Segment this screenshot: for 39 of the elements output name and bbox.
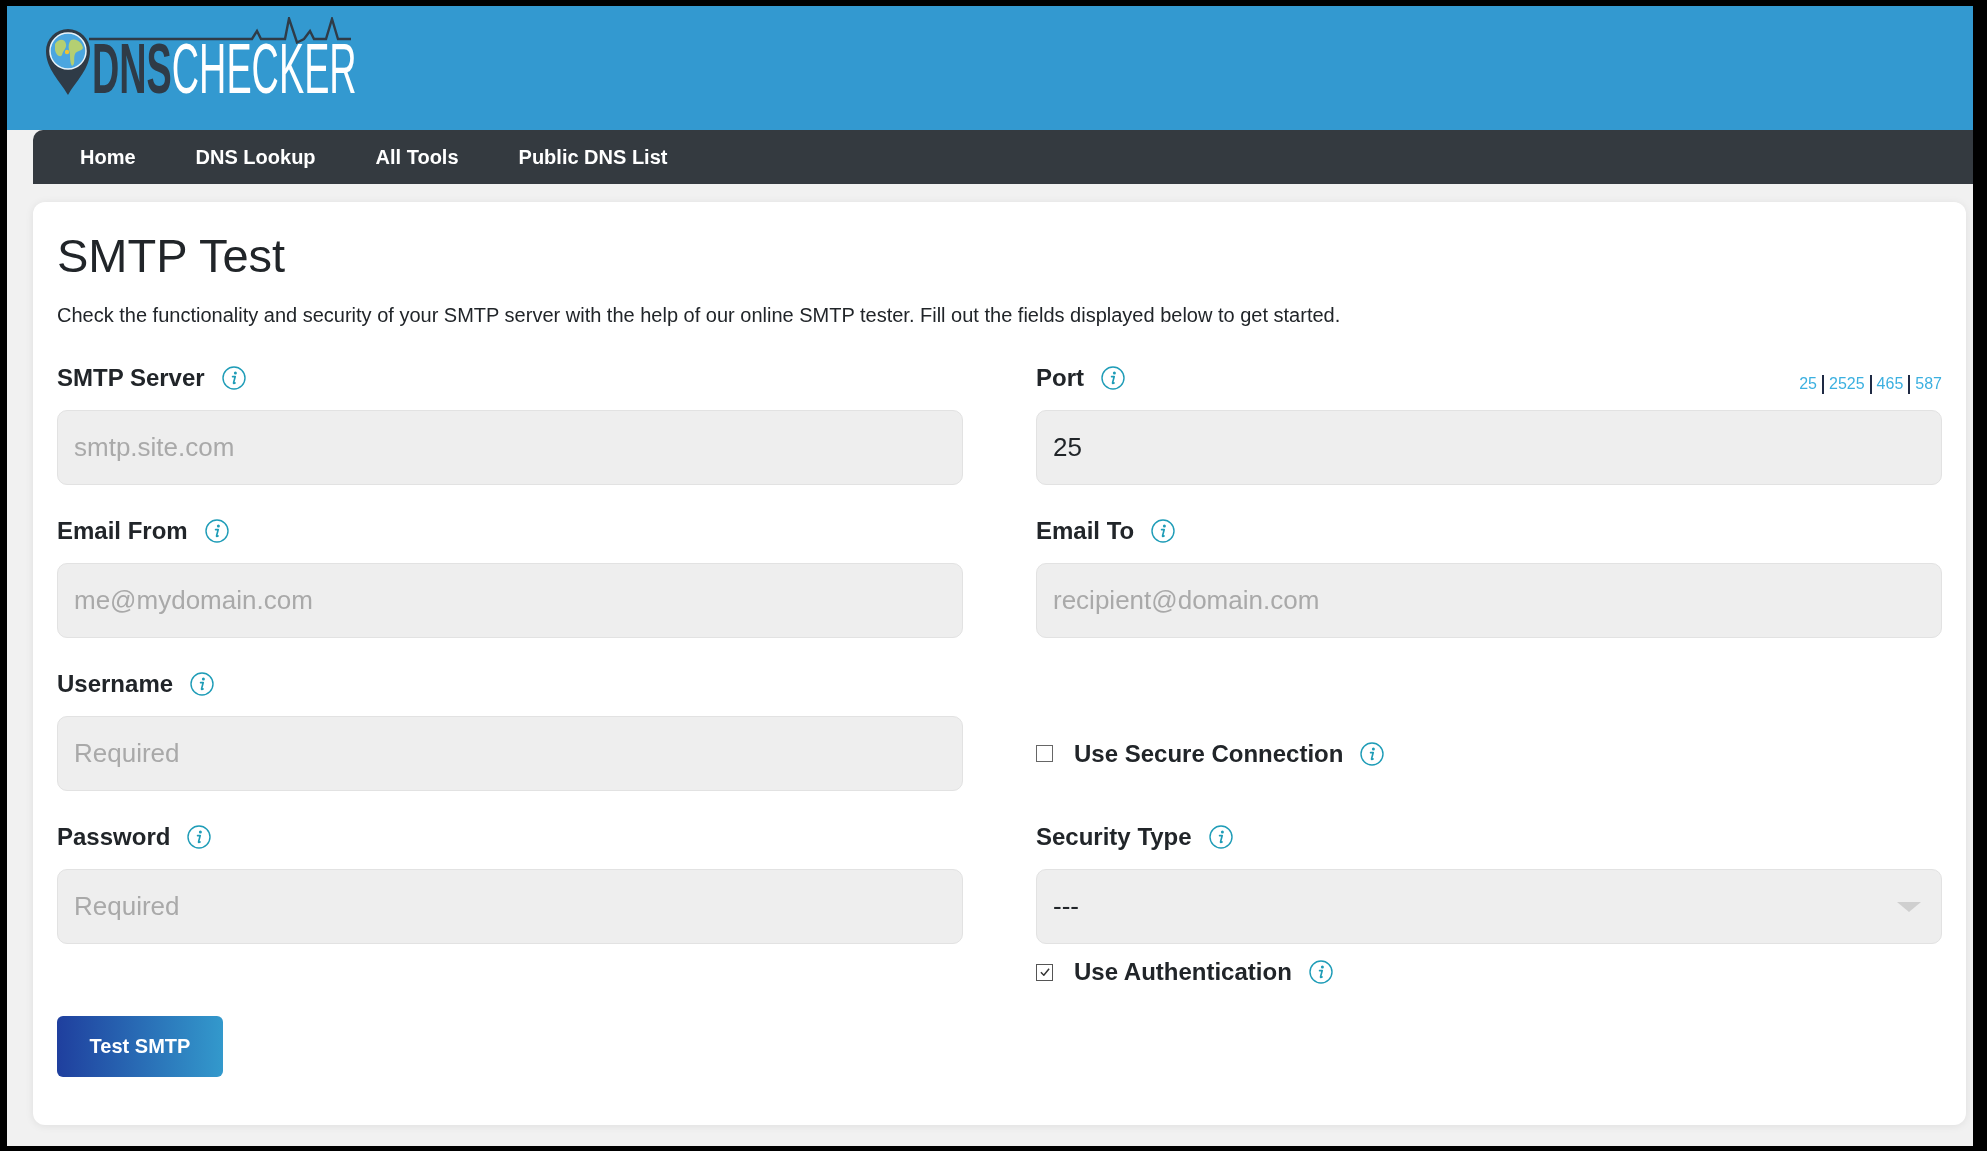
info-icon[interactable]: [1208, 825, 1233, 849]
input-field[interactable]: Required: [57, 716, 963, 791]
info-icon[interactable]: [1308, 960, 1333, 984]
info-icon[interactable]: [1151, 519, 1176, 543]
select-field[interactable]: ---: [1036, 869, 1942, 944]
checkbox[interactable]: [1036, 963, 1053, 981]
input-field[interactable]: Required: [57, 869, 963, 944]
nav-link[interactable]: All Tools: [345, 130, 489, 184]
map-pin-globe-icon: [45, 28, 91, 96]
input-field[interactable]: smtp.site.com: [57, 410, 963, 485]
pulse-line-icon: [89, 17, 351, 44]
logo-wordmark: DNSCHECKER: [92, 43, 357, 96]
info-icon[interactable]: [1101, 366, 1125, 390]
page-description: Check the functionality and security of your SMTP server with the help of our online SMTP tester. Fill out the fields displayed below to get started.: [57, 303, 1342, 328]
input-field[interactable]: 25: [1036, 410, 1942, 485]
field-label: SMTP Server: [57, 364, 205, 392]
info-icon[interactable]: [1360, 741, 1385, 766]
page-title: SMTP Test: [57, 228, 287, 283]
field-label: Email From: [57, 517, 188, 545]
field-label: Username: [57, 670, 174, 698]
nav-link[interactable]: Home: [50, 130, 166, 184]
info-icon[interactable]: [190, 672, 215, 696]
nav-link[interactable]: Public DNS List: [488, 130, 698, 184]
field-label: Port: [1036, 364, 1084, 392]
info-icon[interactable]: [204, 519, 229, 543]
info-icon[interactable]: [187, 825, 212, 849]
input-field[interactable]: recipient@domain.com: [1036, 563, 1942, 638]
checkbox-label: Use Secure Connection: [1074, 739, 1344, 768]
input-field[interactable]: me@mydomain.com: [57, 563, 963, 638]
nav-link[interactable]: DNS Lookup: [165, 130, 346, 184]
checkbox[interactable]: [1036, 745, 1053, 762]
field-label: Password: [57, 823, 171, 851]
field-label: Email To: [1036, 517, 1135, 545]
checkmark-icon: [1039, 968, 1050, 976]
submit-button[interactable]: Test SMTP: [57, 1016, 223, 1077]
checkbox-label: Use Authentication: [1074, 958, 1292, 986]
info-icon[interactable]: [221, 366, 246, 390]
caret-icon: [1897, 901, 1921, 912]
field-label: Security Type: [1036, 823, 1192, 851]
